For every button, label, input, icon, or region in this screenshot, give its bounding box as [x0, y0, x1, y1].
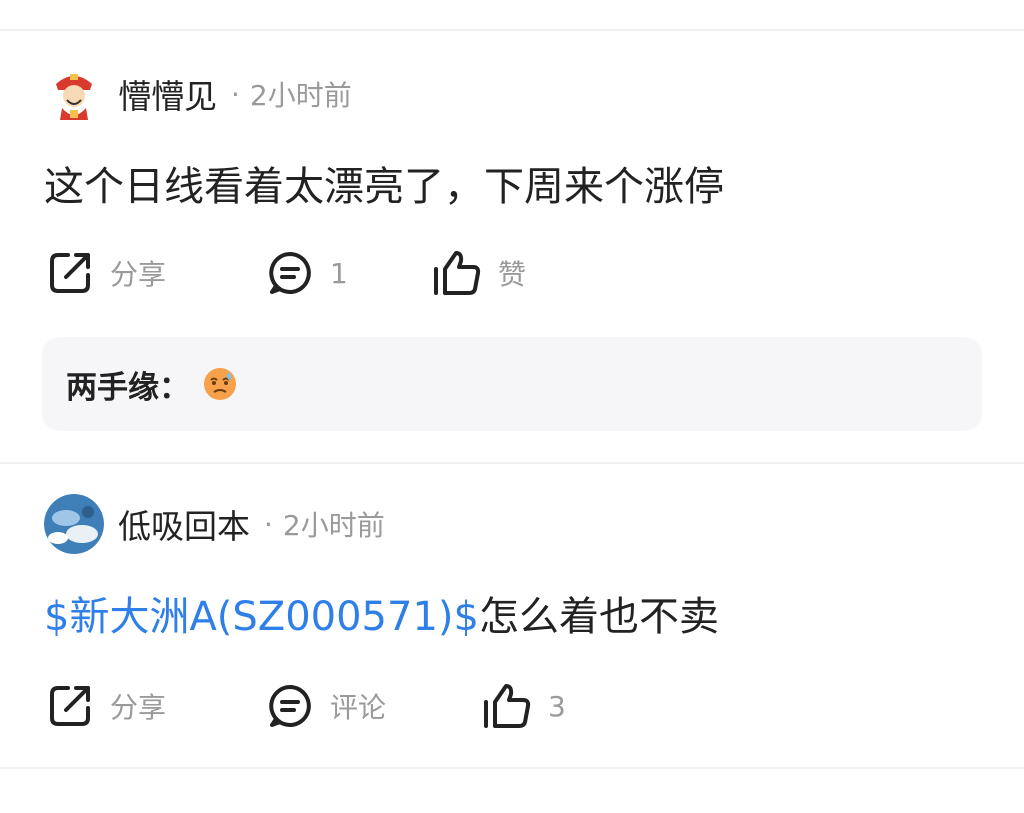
like-icon	[434, 251, 481, 295]
username[interactable]: 低吸回本	[118, 500, 250, 548]
stock-link[interactable]: $新大洲A(SZ000571)$	[44, 594, 479, 640]
post-text: 怎么着也不卖	[478, 594, 719, 640]
avatar[interactable]	[44, 64, 104, 124]
post-time: 2小时前	[282, 509, 385, 542]
post-1: 懵懵见 · 2小时前 这个日线看着太漂亮了，下周来个涨停 分享 1 赞 两手缘：	[0, 0, 1024, 460]
bottom-divider	[0, 767, 1024, 769]
post-text: 这个日线看着太漂亮了，下周来个涨停	[44, 164, 724, 210]
comment-button[interactable]: 1	[266, 247, 348, 299]
comment-count: 1	[330, 256, 348, 290]
post-header: 懵懵见 · 2小时前	[44, 64, 352, 124]
share-icon	[50, 686, 90, 726]
comment-button[interactable]: 评论	[266, 680, 386, 732]
comment-icon	[269, 252, 311, 294]
reply-box[interactable]: 两手缘：	[42, 337, 982, 431]
action-bar: 分享 评论 3	[46, 680, 746, 732]
username[interactable]: 懵懵见	[118, 70, 217, 118]
share-button[interactable]: 分享	[46, 247, 166, 299]
share-label: 分享	[110, 691, 167, 724]
post-content: $新大洲A(SZ000571)$怎么着也不卖	[44, 584, 719, 642]
comment-icon	[269, 685, 311, 727]
reply-author[interactable]: 两手缘：	[66, 362, 190, 407]
like-label: 赞	[498, 258, 527, 291]
share-label: 分享	[110, 258, 167, 291]
avatar-earth-icon	[44, 494, 104, 554]
avatar-caishen-icon	[44, 64, 104, 124]
separator-dot: ·	[231, 77, 240, 111]
avatar[interactable]	[44, 494, 104, 554]
post-header: 低吸回本 · 2小时前	[44, 494, 385, 554]
like-count: 3	[548, 689, 566, 723]
sweat-face-emoji-icon	[202, 366, 238, 402]
post-content: 这个日线看着太漂亮了，下周来个涨停	[44, 154, 724, 212]
action-bar: 分享 1 赞	[46, 247, 746, 299]
like-icon	[484, 684, 531, 728]
comment-label: 评论	[330, 691, 387, 724]
separator-dot: ·	[264, 507, 273, 541]
post-2: 低吸回本 · 2小时前 $新大洲A(SZ000571)$怎么着也不卖 分享 评论	[0, 464, 1024, 764]
share-button[interactable]: 分享	[46, 680, 166, 732]
like-button[interactable]: 赞	[432, 247, 526, 299]
share-icon	[50, 253, 90, 293]
post-time: 2小时前	[249, 79, 352, 112]
like-button[interactable]: 3	[482, 680, 566, 732]
